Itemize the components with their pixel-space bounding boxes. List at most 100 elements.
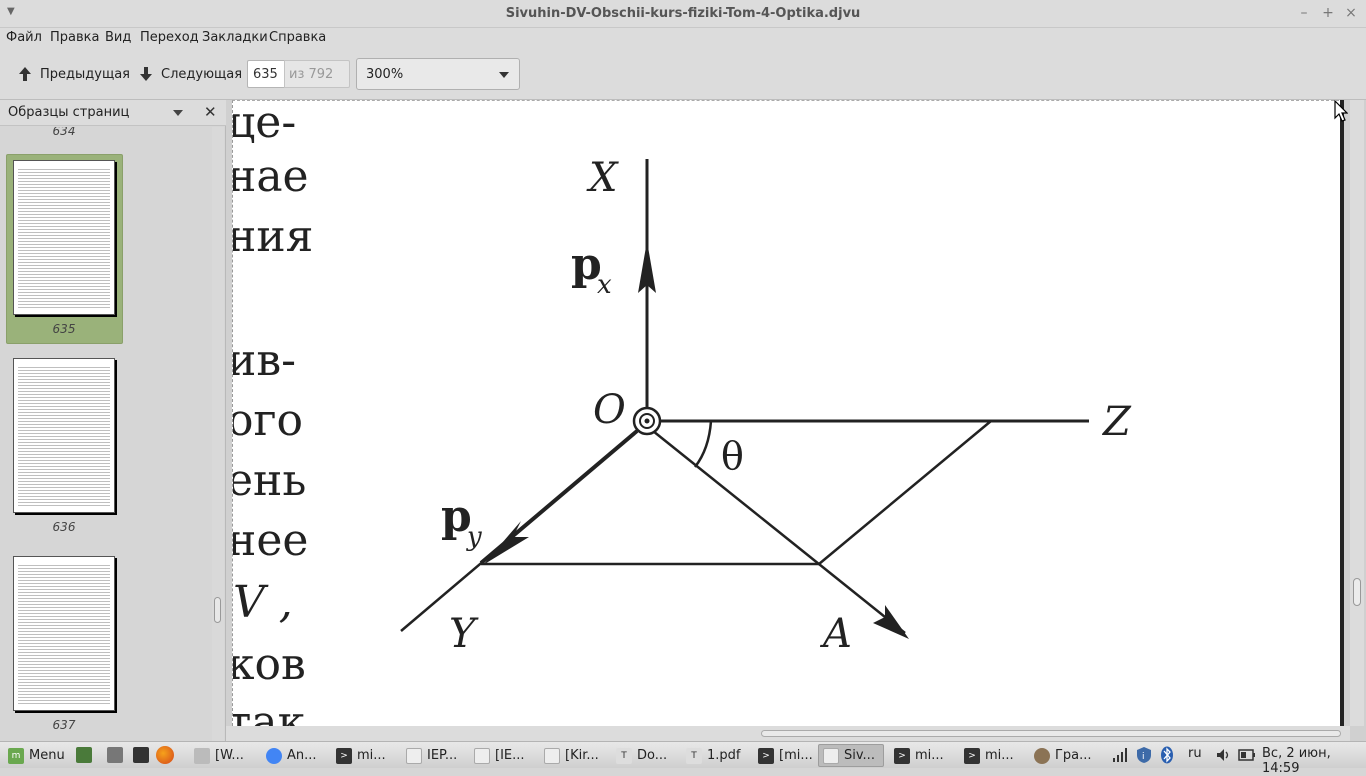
thumbnail-label: 637: [52, 718, 76, 732]
keyboard-layout-indicator[interactable]: ru: [1188, 746, 1202, 761]
text-fragment: V ,: [233, 577, 293, 628]
arrow-down-icon: [140, 67, 152, 81]
task-item[interactable]: IEP...: [402, 744, 466, 767]
task-item[interactable]: > [mi...: [754, 744, 814, 767]
task-label: IEP...: [427, 748, 458, 763]
menu-file[interactable]: Файл: [6, 30, 42, 45]
scrollbar-thumb[interactable]: [214, 597, 221, 623]
thumbnail-page[interactable]: [13, 556, 115, 711]
volume-icon[interactable]: [1216, 748, 1232, 762]
task-label: An...: [287, 748, 317, 763]
menu-help[interactable]: Справка: [269, 30, 326, 45]
mint-logo-icon: m: [8, 747, 24, 764]
thumbnail-label: 636: [52, 520, 76, 534]
horizontal-scrollbar[interactable]: [226, 726, 1350, 741]
task-label: mi...: [985, 748, 1014, 763]
menu-edit[interactable]: Правка: [50, 30, 99, 45]
maximize-button[interactable]: +: [1319, 4, 1337, 22]
gimp-icon: [1034, 747, 1050, 764]
text-fragment: ень: [233, 455, 306, 506]
task-label: [mi...: [779, 748, 813, 763]
terminal-icon: >: [758, 747, 774, 764]
origin-label: O: [593, 387, 626, 433]
px-subscript: x: [597, 270, 612, 300]
prev-page-button[interactable]: Предыдущая: [18, 64, 130, 84]
document-viewport[interactable]: це- нае ния ив- ого ень нее V , ков так: [226, 100, 1366, 741]
physics-figure: це- нае ния ив- ого ень нее V , ков так: [233, 101, 1132, 727]
taskbar: m Menu [W... An... > mi... IEP... [IE... …: [0, 741, 1366, 776]
menu-view[interactable]: Вид: [105, 30, 131, 45]
minimize-button[interactable]: –: [1295, 4, 1313, 22]
arrow-up-icon: [19, 67, 31, 81]
next-page-button[interactable]: Следующая: [139, 64, 242, 84]
task-item[interactable]: > mi...: [890, 744, 954, 767]
next-page-label: Следующая: [161, 66, 243, 82]
sidebar: Образцы страниц ✕ 634 635 636 637: [0, 100, 226, 741]
x-axis-label: X: [586, 155, 619, 201]
text-editor-icon: [194, 747, 210, 764]
task-item-active[interactable]: Siv...: [818, 744, 884, 767]
task-item[interactable]: [W...: [190, 744, 258, 767]
task-item[interactable]: [IE...: [470, 744, 534, 767]
task-item[interactable]: Гра...: [1030, 744, 1096, 767]
bluetooth-icon[interactable]: [1160, 746, 1174, 764]
firefox-icon[interactable]: [156, 746, 174, 764]
sidebar-dropdown-icon[interactable]: [173, 110, 183, 116]
terminal-icon: >: [894, 747, 910, 764]
file-manager-icon[interactable]: [107, 747, 123, 763]
sidebar-close-icon[interactable]: ✕: [204, 103, 217, 121]
menu-go[interactable]: Переход: [140, 30, 199, 45]
task-item[interactable]: T 1.pdf: [682, 744, 750, 767]
start-menu-button[interactable]: m Menu: [4, 744, 68, 767]
title-bar: ▼ Sivuhin-DV-Obschii-kurs-fiziki-Tom-4-O…: [0, 0, 1366, 28]
chrome-icon: [266, 747, 282, 764]
zoom-select[interactable]: 300%: [356, 58, 520, 90]
sidebar-title: Образцы страниц: [8, 105, 130, 120]
clock[interactable]: Вс, 2 июн, 14:59: [1262, 746, 1366, 776]
menu-bar: Файл Правка Вид Переход Закладки Справка: [0, 28, 1366, 48]
angle-label: θ: [721, 434, 744, 478]
vertical-scrollbar[interactable]: [1350, 100, 1364, 726]
close-button[interactable]: ×: [1342, 4, 1360, 22]
svg-text:i: i: [1142, 752, 1145, 762]
page-number-input[interactable]: 635: [247, 60, 285, 88]
document-icon: [544, 747, 560, 764]
page-edge: [1340, 100, 1344, 726]
sidebar-scrollbar[interactable]: [212, 127, 224, 741]
task-item[interactable]: An...: [262, 744, 328, 767]
z-axis-label: Z: [1101, 399, 1132, 445]
task-item[interactable]: > mi...: [960, 744, 1026, 767]
thumbnail-label: 635: [52, 322, 76, 336]
prev-page-label: Предыдущая: [40, 66, 130, 82]
task-label: Do...: [637, 748, 668, 763]
thumbnail-page[interactable]: [13, 160, 115, 315]
mouse-cursor-icon: [1334, 100, 1348, 122]
task-item[interactable]: T Do...: [612, 744, 676, 767]
thumbnail-page[interactable]: [13, 358, 115, 513]
thumbnail-list[interactable]: 634 635 636 637: [0, 127, 212, 741]
battery-icon[interactable]: [1238, 749, 1256, 761]
scrollbar-thumb[interactable]: [761, 730, 1341, 737]
sidebar-header: Образцы страниц ✕: [0, 100, 226, 126]
tex-icon: T: [616, 747, 632, 764]
terminal-launcher-icon[interactable]: [133, 747, 149, 763]
task-item[interactable]: > mi...: [332, 744, 396, 767]
text-fragment: ив-: [233, 335, 296, 386]
shield-icon[interactable]: i: [1136, 746, 1152, 764]
text-fragment: ния: [233, 211, 313, 262]
network-signal-icon[interactable]: [1112, 748, 1128, 762]
task-label: Siv...: [844, 748, 875, 763]
task-item[interactable]: [Kir...: [540, 744, 608, 767]
menu-bookmarks[interactable]: Закладки: [202, 30, 268, 45]
scrollbar-thumb[interactable]: [1353, 578, 1361, 606]
point-a-label: A: [819, 611, 852, 657]
task-label: [IE...: [495, 748, 525, 763]
tex-icon: T: [686, 747, 702, 764]
task-label: Гра...: [1055, 748, 1092, 763]
text-fragment: ого: [233, 395, 303, 446]
show-desktop-icon[interactable]: [76, 747, 92, 763]
terminal-icon: >: [336, 747, 352, 764]
y-axis-label: Y: [449, 611, 479, 657]
document-page: це- нае ния ив- ого ень нее V , ков так: [232, 100, 1344, 727]
page-total-label: из 792: [284, 60, 350, 88]
